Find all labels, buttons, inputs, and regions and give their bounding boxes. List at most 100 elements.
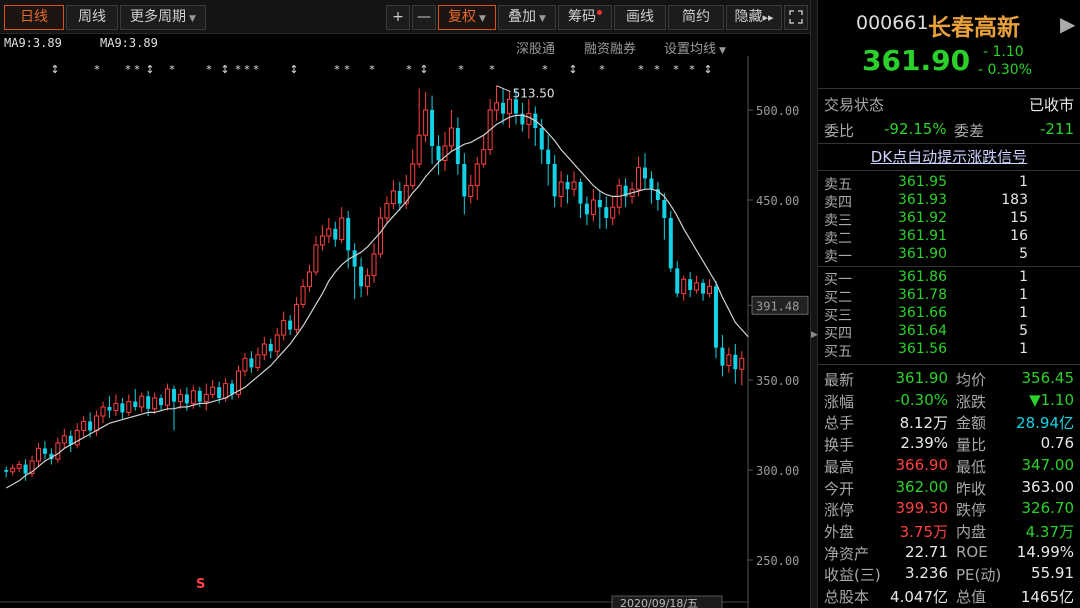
y-tick-label: 300.00 xyxy=(756,464,799,478)
y-tick-label: 500.00 xyxy=(756,104,799,118)
stat-value: 0.76 xyxy=(1040,434,1074,453)
y-tick-label: 450.00 xyxy=(756,194,799,208)
hk-connect-link[interactable]: 深股通 xyxy=(516,38,555,57)
stat-value: 22.71 xyxy=(905,542,948,561)
signal-marker: * xyxy=(344,63,350,76)
candle-body xyxy=(590,199,596,215)
candle-body xyxy=(81,420,87,431)
candle-body xyxy=(359,266,364,287)
draw-line-button[interactable]: 画线 xyxy=(614,5,666,30)
ask-row[interactable]: 卖一 361.90 5 xyxy=(818,246,1080,265)
daily-period-button[interactable]: 日线 xyxy=(4,5,64,30)
candle-body xyxy=(642,167,647,179)
y-tick-label: 391.48 xyxy=(756,299,799,313)
candle-body xyxy=(268,344,273,352)
order-level-label: 卖五 xyxy=(824,177,852,193)
order-level-label: 卖四 xyxy=(824,195,852,211)
next-stock-icon[interactable]: ▶ xyxy=(1060,12,1075,36)
signal-marker: ↕ xyxy=(703,63,712,76)
candle-body xyxy=(506,98,512,115)
candle-body xyxy=(94,415,100,431)
signal-marker: * xyxy=(94,63,100,76)
stat-label: 内盘 xyxy=(956,522,987,541)
stat-value: 2.39% xyxy=(900,434,948,453)
order-level-label: 买一 xyxy=(824,272,852,288)
ask-row[interactable]: 卖四 361.93 183 xyxy=(818,192,1080,211)
candle-body xyxy=(165,388,171,406)
bid-row[interactable]: 买二 361.78 1 xyxy=(818,287,1080,306)
signal-marker: * xyxy=(406,63,412,76)
panel-splitter[interactable]: ▶ xyxy=(810,0,818,608)
ma-settings-link[interactable]: 设置均线 ▼ xyxy=(664,38,726,57)
stats-row: 换手 2.39% 量比 0.76 xyxy=(818,432,1080,454)
stat-label: ROE xyxy=(956,542,988,561)
order-level-label: 买二 xyxy=(824,290,852,306)
signal-marker: ↕ xyxy=(568,63,577,76)
candle-body xyxy=(436,146,441,161)
signal-marker: * xyxy=(689,63,695,76)
stats-row: 外盘 3.75万 内盘 4.37万 xyxy=(818,519,1080,541)
candle-body xyxy=(455,128,460,164)
stat-label: 总股本 xyxy=(824,588,870,606)
ask-row[interactable]: 卖三 361.92 15 xyxy=(818,210,1080,229)
x-date-label: 2020/09/18/五 xyxy=(620,597,698,608)
chevron-down-icon: ▼ xyxy=(719,46,726,56)
chevron-down-icon: ▼ xyxy=(539,14,546,24)
margin-trading-link[interactable]: 融资融券 xyxy=(584,38,636,57)
overlay-label: 叠加 xyxy=(508,9,537,25)
bid-row[interactable]: 买三 361.66 1 xyxy=(818,305,1080,324)
stat-value: 362.00 xyxy=(895,477,949,496)
candle-body xyxy=(294,303,300,331)
stats-row: 收益(三) 3.236 PE(动) 55.91 xyxy=(818,562,1080,584)
zoom-out-button[interactable]: — xyxy=(412,5,436,30)
candle-body xyxy=(474,163,480,187)
double-arrow-right-icon: ▸▸ xyxy=(762,11,774,24)
stat-value: -0.30% xyxy=(894,390,948,409)
candle-body xyxy=(539,128,544,150)
candle-body xyxy=(120,403,125,413)
candle-body xyxy=(636,167,642,190)
candle-body xyxy=(61,435,67,444)
signal-marker: * xyxy=(134,63,140,76)
more-periods-dropdown[interactable]: 更多周期 ▼ xyxy=(120,5,206,30)
ma-settings-label: 设置均线 xyxy=(664,42,717,57)
candle-body xyxy=(152,397,158,410)
bid-row[interactable]: 买一 361.86 1 xyxy=(818,269,1080,288)
candle-body xyxy=(565,182,570,190)
signal-marker: * xyxy=(169,63,175,76)
adjust-dropdown[interactable]: 复权 ▼ xyxy=(438,5,496,30)
order-volume: 183 xyxy=(1001,192,1028,208)
candle-body xyxy=(261,343,267,356)
overlay-dropdown[interactable]: 叠加 ▼ xyxy=(498,5,556,30)
stats-row: 总股本 4.047亿 总值 1465亿 xyxy=(818,584,1080,606)
zoom-in-button[interactable]: + xyxy=(386,5,410,30)
candlestick-chart[interactable]: 500.00 450.00 391.48 350.00 300.00 250.00 2020… xyxy=(0,56,810,608)
order-price: 361.93 xyxy=(898,192,947,208)
candle-body xyxy=(423,109,429,136)
max-annotation-arrow xyxy=(496,85,511,93)
ask-row[interactable]: 卖五 361.95 1 xyxy=(818,174,1080,193)
hide-button[interactable]: 隐藏▸▸ xyxy=(726,5,782,30)
bid-row[interactable]: 买五 361.56 1 xyxy=(818,341,1080,360)
simple-mode-button[interactable]: 简约 xyxy=(668,5,724,30)
candle-body xyxy=(526,113,532,125)
chips-button[interactable]: 筹码 xyxy=(558,5,612,30)
more-periods-label: 更多周期 xyxy=(130,9,187,25)
candle-body xyxy=(146,396,151,409)
stat-value: 347.00 xyxy=(1021,455,1075,474)
ask-row[interactable]: 卖二 361.91 16 xyxy=(818,228,1080,247)
bid-row[interactable]: 买四 361.64 5 xyxy=(818,323,1080,342)
candle-body xyxy=(410,163,416,187)
signal-marker: * xyxy=(638,63,644,76)
candle-body xyxy=(16,464,22,469)
candle-body xyxy=(107,407,112,411)
dk-signal-link[interactable]: DK点自动提示涨跌信号 xyxy=(818,146,1080,167)
commission-row: 委比 -92.15% 委差 -211 xyxy=(818,118,1080,140)
signal-marker: * xyxy=(125,63,131,76)
stat-value: 366.90 xyxy=(895,455,949,474)
fullscreen-button[interactable] xyxy=(784,5,808,30)
signal-marker: * xyxy=(235,63,241,76)
candle-body xyxy=(713,286,718,348)
stat-value: 399.30 xyxy=(895,499,949,518)
weekly-period-button[interactable]: 周线 xyxy=(66,5,118,30)
